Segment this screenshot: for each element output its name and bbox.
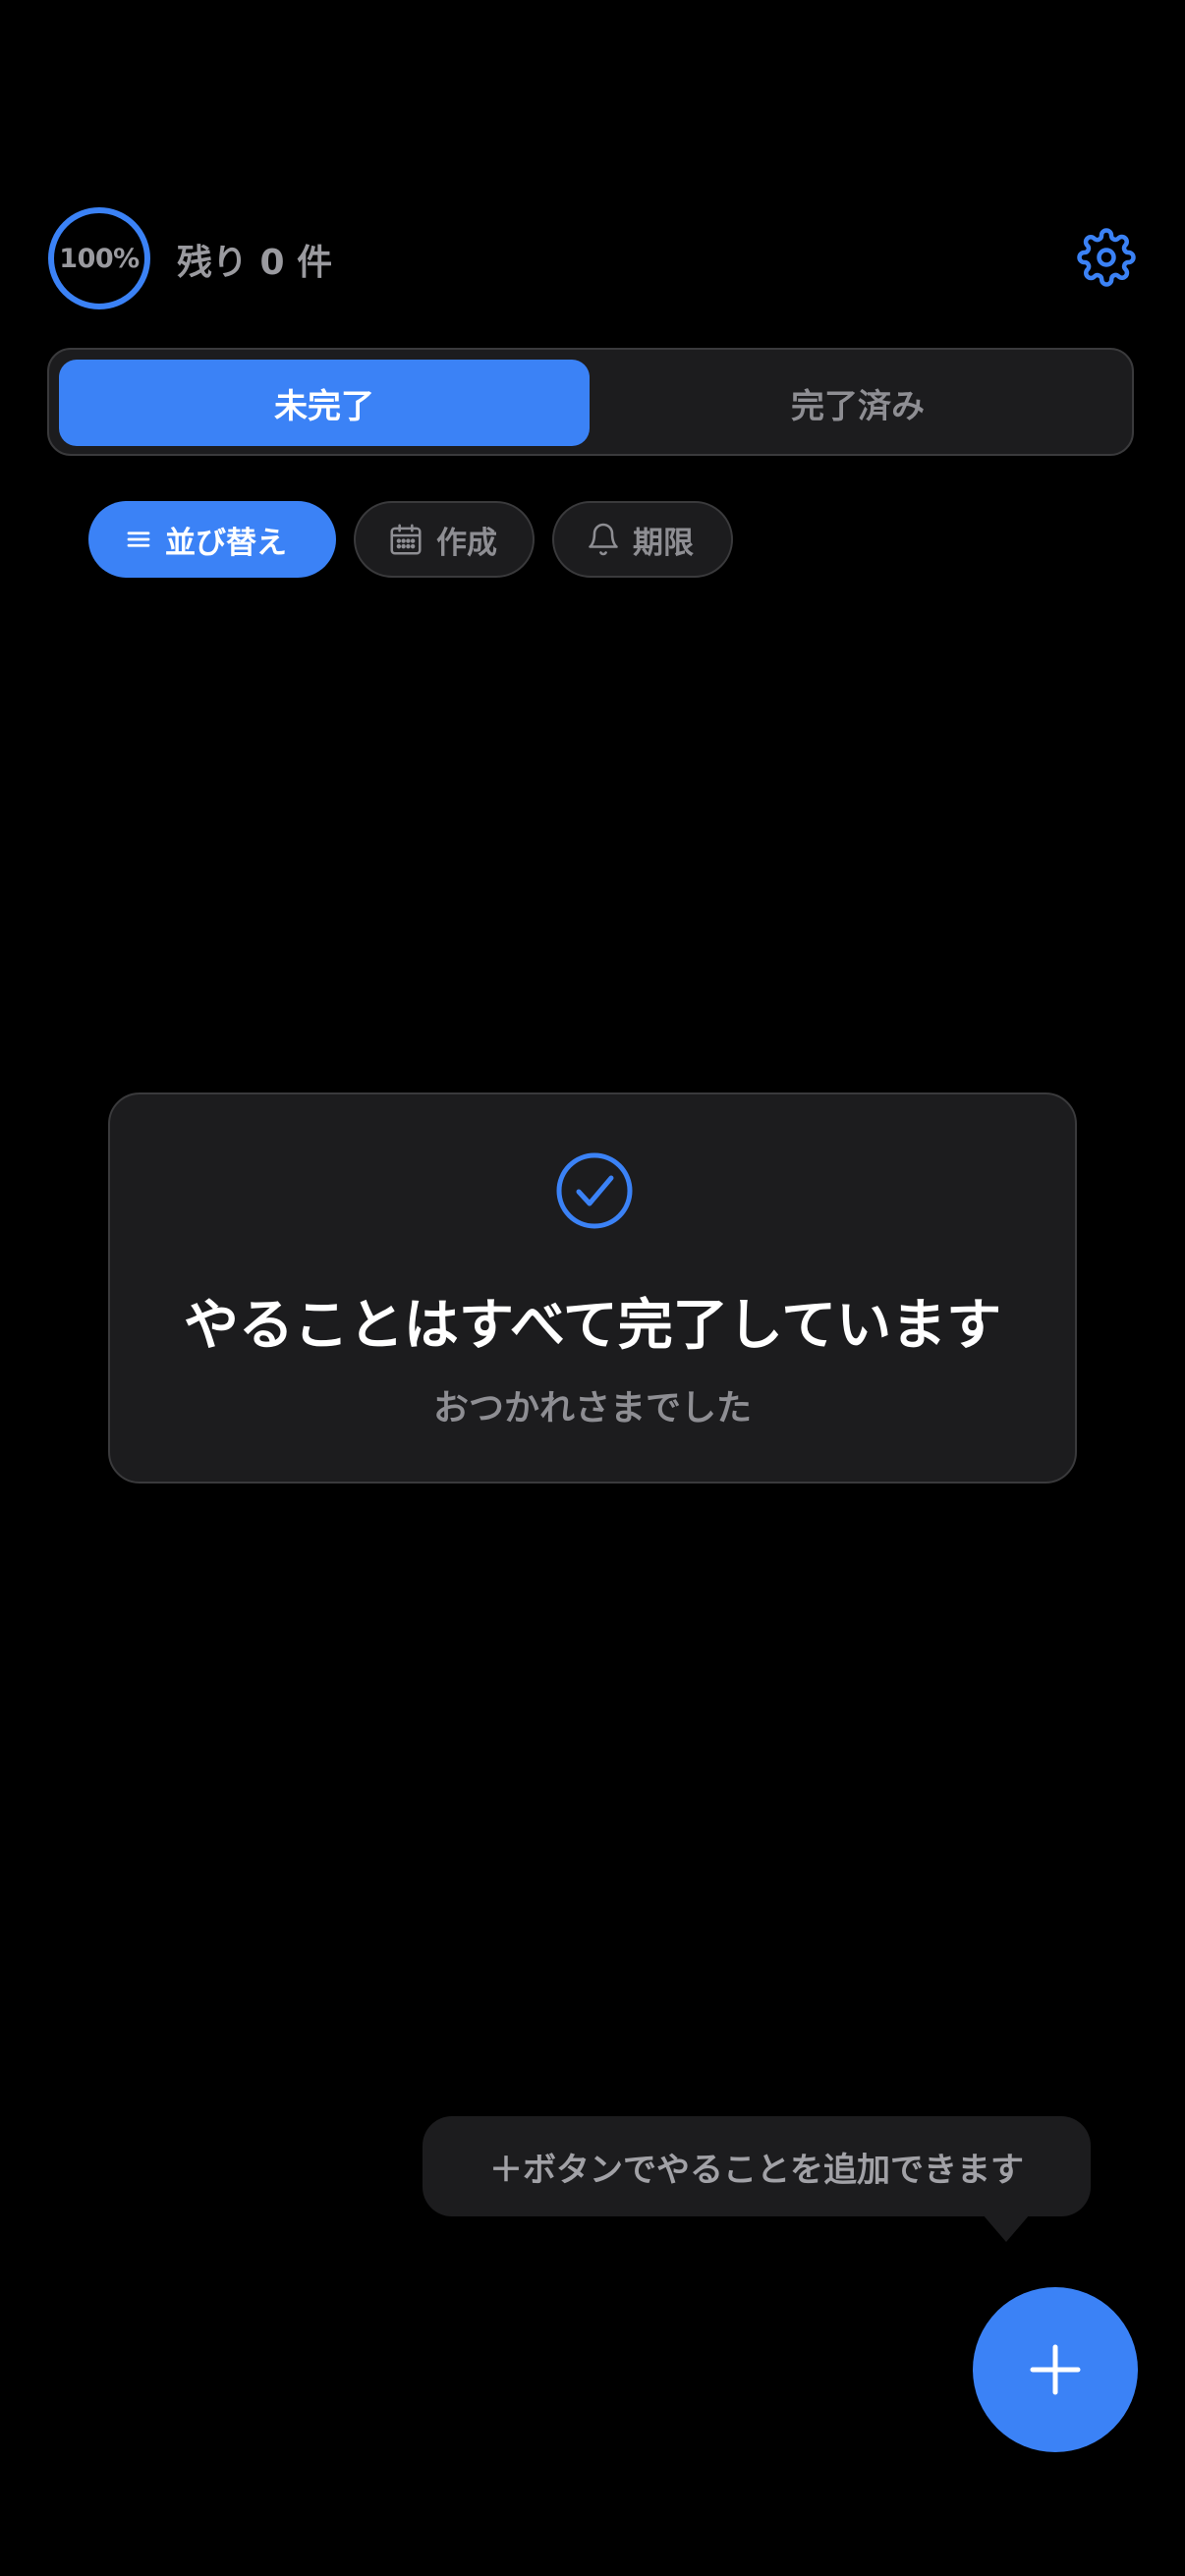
empty-state-title: やることはすべて完了しています	[183, 1294, 1002, 1358]
empty-state-subtitle: おつかれさまでした	[432, 1388, 752, 1428]
gear-icon	[1077, 228, 1136, 287]
deadline-chip-label: 期限	[633, 525, 694, 561]
remaining-count: 残り 0 件	[177, 243, 333, 283]
progress-percent: 100%	[59, 243, 140, 274]
add-task-button[interactable]	[973, 2287, 1138, 2452]
progress-ring: 100%	[47, 206, 151, 310]
tab-incomplete[interactable]: 未完了	[59, 360, 590, 446]
add-hint-tooltip: ＋ボタンでやることを追加できます	[423, 2116, 1091, 2216]
sort-chip-label: 並び替え	[165, 525, 287, 561]
bell-icon	[586, 522, 621, 557]
settings-button[interactable]	[1075, 226, 1138, 289]
tab-completed[interactable]: 完了済み	[593, 360, 1122, 446]
calendar-icon	[387, 521, 424, 558]
plus-icon	[1030, 2344, 1081, 2395]
status-tabs: 未完了 完了済み	[47, 348, 1134, 456]
header: 100% 残り 0 件	[47, 204, 1138, 312]
check-circle-icon	[555, 1151, 634, 1230]
deadline-chip[interactable]: 期限	[552, 501, 733, 578]
list-icon	[124, 525, 153, 554]
created-chip-label: 作成	[436, 525, 497, 561]
empty-state-card: やることはすべて完了しています おつかれさまでした	[108, 1092, 1077, 1484]
created-chip[interactable]: 作成	[354, 501, 535, 578]
sort-chip[interactable]: 並び替え	[88, 501, 336, 578]
tooltip-tail	[983, 2214, 1030, 2242]
